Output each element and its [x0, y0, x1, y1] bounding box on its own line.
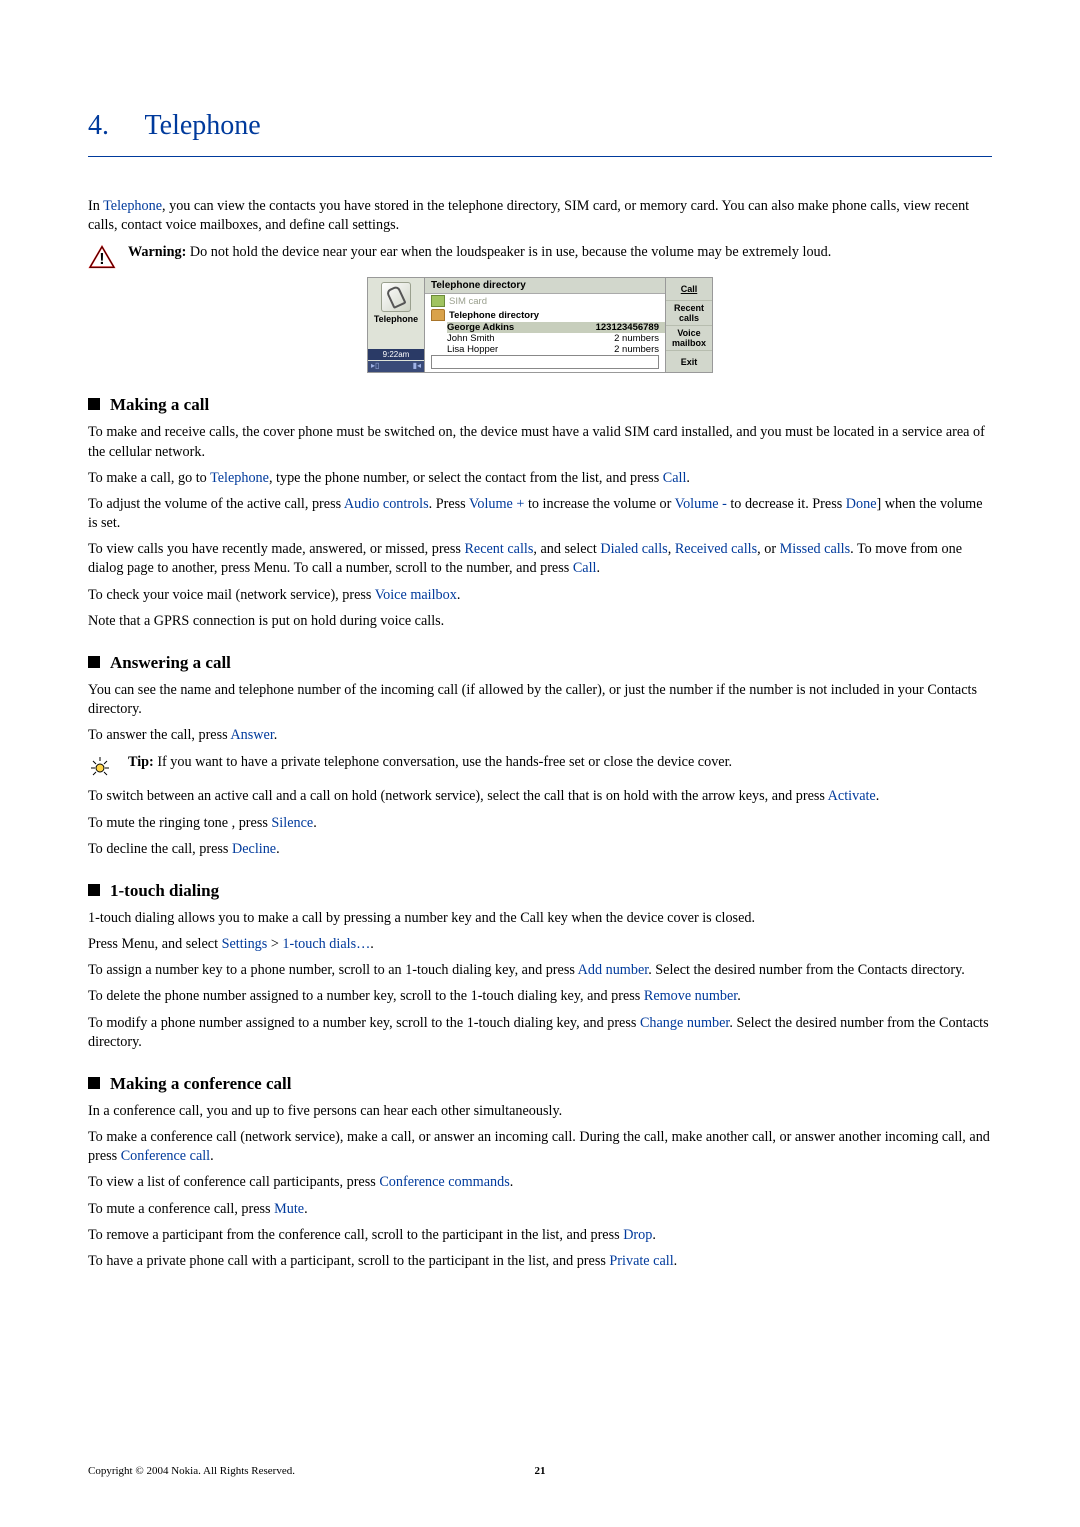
warning-icon: ! — [88, 245, 116, 269]
link-call: Call — [573, 560, 597, 576]
device-main: Telephone directory SIM card Telephone d… — [425, 278, 665, 372]
link-mute: Mute — [274, 1201, 304, 1217]
body-text: To decline the call, press Decline. — [88, 840, 992, 859]
body-text: To mute the ringing tone , press Silence… — [88, 814, 992, 833]
section-conference: Making a conference call In a conference… — [88, 1074, 992, 1271]
link-done: Done — [846, 496, 877, 512]
device-dir-row: Telephone directory — [425, 308, 665, 322]
device-input — [431, 355, 659, 369]
section-title: Making a conference call — [88, 1074, 992, 1094]
telephone-app-icon — [381, 282, 411, 312]
link-received-calls: Received calls — [675, 541, 757, 557]
body-text: To check your voice mail (network servic… — [88, 586, 992, 605]
body-text: In a conference call, you and up to five… — [88, 1102, 992, 1121]
link-change-number: Change number — [640, 1015, 729, 1031]
list-item: George Adkins123123456789 — [447, 322, 665, 333]
link-dialed-calls: Dialed calls — [600, 541, 667, 557]
link-drop: Drop — [623, 1227, 652, 1243]
device-status-bar: ▸▯▮◂ — [368, 361, 424, 372]
device-contact-list: George Adkins123123456789 John Smith2 nu… — [425, 322, 665, 355]
section-title: Making a call — [88, 395, 992, 415]
warning-note: ! Warning: Do not hold the device near y… — [88, 243, 992, 269]
section-answering-call: Answering a call You can see the name an… — [88, 653, 992, 859]
section-one-touch: 1-touch dialing 1-touch dialing allows y… — [88, 881, 992, 1052]
link-remove-number: Remove number — [644, 988, 737, 1004]
sim-icon — [431, 295, 445, 307]
body-text: 1-touch dialing allows you to make a cal… — [88, 909, 992, 928]
link-telephone: Telephone — [210, 470, 269, 486]
body-text: To make a call, go to Telephone, type th… — [88, 469, 992, 488]
device-time: 9:22am — [368, 349, 424, 360]
section-making-call: Making a call To make and receive calls,… — [88, 395, 992, 631]
list-item: John Smith2 numbers — [447, 333, 665, 344]
softkey-voicemail: Voice mailbox — [666, 326, 712, 351]
softkey-exit: Exit — [666, 351, 712, 373]
body-text: To mute a conference call, press Mute. — [88, 1200, 992, 1219]
section-title: Answering a call — [88, 653, 992, 673]
device-screenshot: Telephone 9:22am ▸▯▮◂ Telephone director… — [367, 277, 713, 373]
link-conference-commands: Conference commands — [379, 1174, 509, 1190]
body-text: To view a list of conference call partic… — [88, 1173, 992, 1192]
link-conference-call: Conference call — [121, 1148, 210, 1164]
link-recent-calls: Recent calls — [464, 541, 533, 557]
tip-label: Tip: — [128, 754, 154, 770]
link-add-number: Add number — [578, 962, 649, 978]
page-footer: Copyright © 2004 Nokia. All Rights Reser… — [88, 1465, 992, 1477]
folder-icon — [431, 309, 445, 321]
chapter-name: Telephone — [145, 110, 261, 141]
body-text: To answer the call, press Answer. — [88, 726, 992, 745]
link-missed-calls: Missed calls — [780, 541, 851, 557]
link-private-call: Private call — [609, 1253, 673, 1269]
link-silence: Silence — [271, 815, 313, 831]
body-text: To have a private phone call with a part… — [88, 1252, 992, 1271]
softkey-call: Call — [666, 278, 712, 301]
link-volume-up: Volume + — [469, 496, 524, 512]
body-text: To delete the phone number assigned to a… — [88, 987, 992, 1006]
body-text: You can see the name and telephone numbe… — [88, 681, 992, 719]
link-voice-mailbox: Voice mailbox — [375, 587, 457, 603]
link-answer: Answer — [230, 727, 273, 743]
device-left-panel: Telephone 9:22am ▸▯▮◂ — [368, 278, 425, 372]
list-item: Lisa Hopper2 numbers — [447, 344, 665, 355]
body-text: To make and receive calls, the cover pho… — [88, 423, 992, 461]
tip-icon — [88, 755, 116, 779]
body-text: To make a conference call (network servi… — [88, 1128, 992, 1166]
device-left-label: Telephone — [368, 314, 424, 324]
device-softkeys: Call Recent calls Voice mailbox Exit — [665, 278, 712, 372]
body-text: To adjust the volume of the active call,… — [88, 495, 992, 533]
device-sim-row: SIM card — [425, 294, 665, 308]
link-audio-controls: Audio controls — [344, 496, 429, 512]
copyright-text: Copyright © 2004 Nokia. All Rights Reser… — [88, 1465, 295, 1477]
body-text: To assign a number key to a phone number… — [88, 961, 992, 980]
warning-text: Do not hold the device near your ear whe… — [186, 244, 831, 260]
softkey-recent: Recent calls — [666, 301, 712, 326]
svg-text:!: ! — [99, 251, 104, 268]
link-settings: Settings — [222, 936, 268, 952]
chapter-title: 4. Telephone — [88, 110, 992, 157]
body-text: Press Menu, and select Settings > 1-touc… — [88, 935, 992, 954]
device-header: Telephone directory — [425, 278, 665, 294]
tip-text: If you want to have a private telephone … — [154, 754, 732, 770]
link-1touch-dials: 1-touch dials… — [282, 936, 370, 952]
link-call: Call — [663, 470, 687, 486]
body-text: To modify a phone number assigned to a n… — [88, 1014, 992, 1052]
section-title: 1-touch dialing — [88, 881, 992, 901]
page-number: 21 — [535, 1465, 546, 1477]
chapter-number: 4. — [88, 110, 138, 142]
warning-label: Warning: — [128, 244, 186, 260]
intro-paragraph: In Telephone, you can view the contacts … — [88, 197, 992, 235]
link-decline: Decline — [232, 841, 276, 857]
body-text: To view calls you have recently made, an… — [88, 540, 992, 578]
body-text: Note that a GPRS connection is put on ho… — [88, 612, 992, 631]
body-text: To switch between an active call and a c… — [88, 787, 992, 806]
link-telephone: Telephone — [103, 198, 162, 214]
link-volume-down: Volume - — [675, 496, 727, 512]
tip-note: Tip: If you want to have a private telep… — [88, 753, 992, 779]
link-activate: Activate — [828, 788, 876, 804]
body-text: To remove a participant from the confere… — [88, 1226, 992, 1245]
